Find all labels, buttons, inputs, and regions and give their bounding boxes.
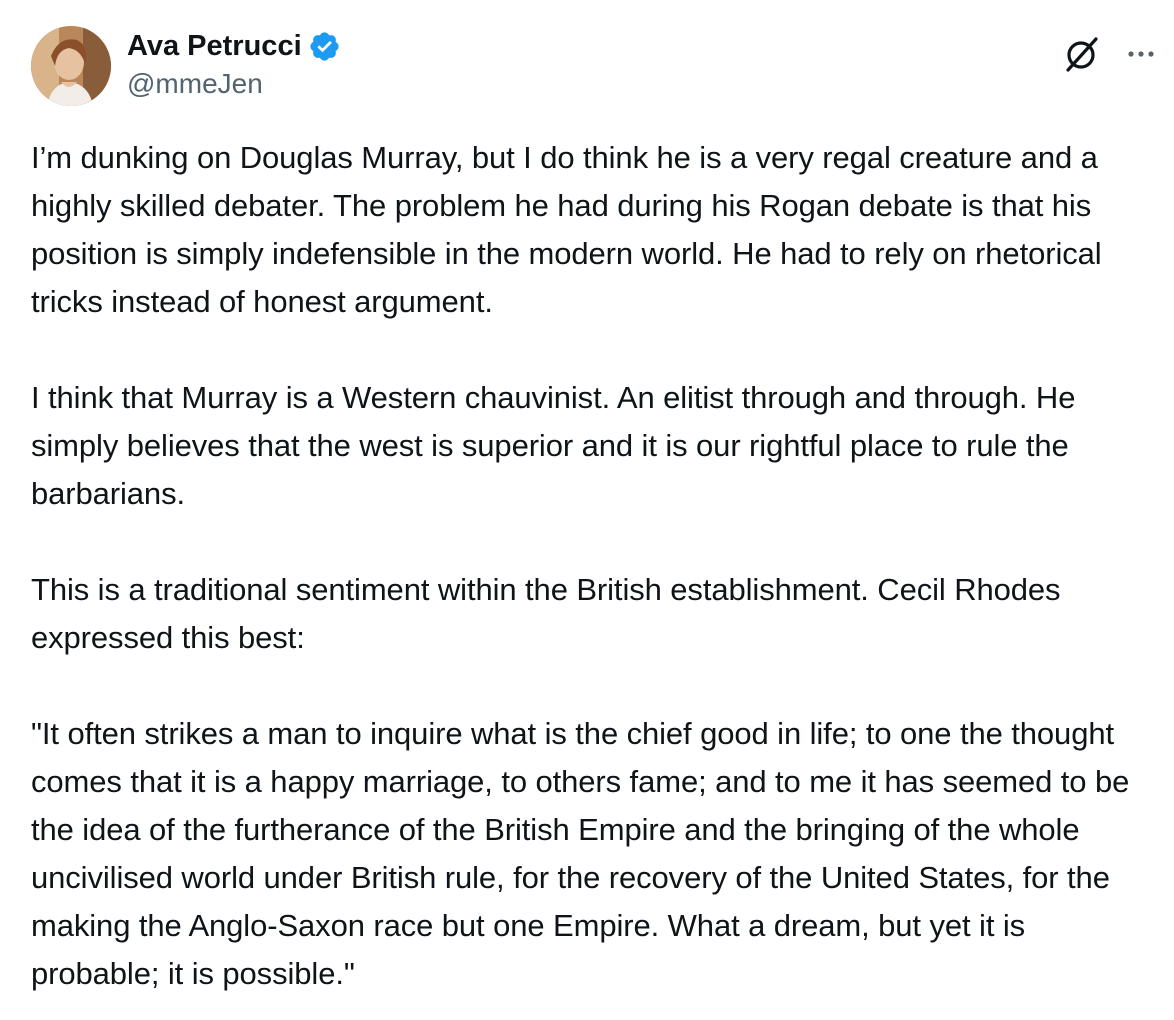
grok-icon[interactable] — [1062, 34, 1102, 74]
tweet-card: Ava Petrucci @mmeJen I’m dunking on Doug… — [0, 0, 1174, 1020]
tweet-paragraph: This is a traditional sentiment within t… — [31, 572, 1061, 655]
author-name-row: Ava Petrucci — [127, 28, 341, 64]
author-display-name[interactable]: Ava Petrucci — [127, 30, 302, 63]
tweet-text: I’m dunking on Douglas Murray, but I do … — [31, 134, 1159, 998]
profile-photo — [31, 26, 111, 106]
more-options-icon[interactable] — [1124, 40, 1158, 68]
author-handle[interactable]: @mmeJen — [127, 68, 263, 100]
tweet-paragraph-quote: "It often strikes a man to inquire what … — [31, 716, 1130, 991]
avatar[interactable] — [31, 26, 111, 106]
tweet-paragraph: I’m dunking on Douglas Murray, but I do … — [31, 140, 1102, 319]
verified-badge-icon[interactable] — [308, 30, 341, 63]
tweet-paragraph: I think that Murray is a Western chauvin… — [31, 380, 1076, 511]
